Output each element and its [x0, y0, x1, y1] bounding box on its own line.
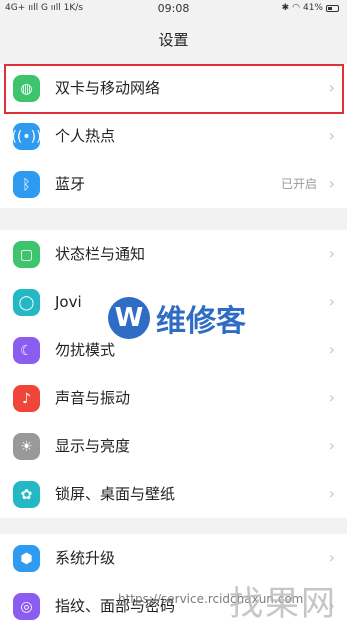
settings-item-label: 勿扰模式 [55, 341, 116, 359]
notification-icon: ▢ [13, 241, 40, 268]
moon-icon: ☾ [13, 337, 40, 364]
settings-item-label: 指纹、面部与密码 [55, 597, 176, 615]
settings-item-bluetooth[interactable]: ᛒ 蓝牙 已开启 › [0, 160, 347, 208]
chevron-right-icon: › [328, 436, 335, 455]
chevron-right-icon: › [328, 174, 335, 193]
chevron-right-icon: › [328, 292, 335, 311]
battery-icon [326, 4, 339, 12]
settings-item-label: 系统升级 [55, 549, 116, 567]
settings-item-label: 双卡与移动网络 [55, 79, 161, 97]
wifi-icon: ◠ [292, 3, 300, 13]
settings-item-wallpaper[interactable]: ✿ 锁屏、桌面与壁纸 › [0, 470, 347, 518]
watermark-brand: W 维修客 [108, 296, 246, 340]
settings-item-label: 锁屏、桌面与壁纸 [55, 485, 176, 503]
chevron-right-icon: › [328, 126, 335, 145]
settings-item-display[interactable]: ☀ 显示与亮度 › [0, 422, 347, 470]
watermark-logo-icon: W [108, 297, 150, 339]
settings-item-status-bar[interactable]: ▢ 状态栏与通知 › [0, 230, 347, 278]
settings-item-label: 个人热点 [55, 127, 116, 145]
chevron-right-icon: › [328, 78, 335, 97]
settings-item-dual-sim[interactable]: ◍ 双卡与移动网络 › [0, 64, 347, 112]
globe-icon: ◍ [13, 75, 40, 102]
watermark-text: 维修客 [156, 304, 246, 339]
settings-item-hotspot[interactable]: ((•)) 个人热点 › [0, 112, 347, 160]
update-icon: ⬢ [13, 545, 40, 572]
chevron-right-icon: › [328, 340, 335, 359]
settings-group-connectivity: ◍ 双卡与移动网络 › ((•)) 个人热点 › ᛒ 蓝牙 已开启 › [0, 64, 347, 208]
watermark-corner: 找果网 [229, 584, 337, 624]
bluetooth-status-value: 已开启 [280, 177, 317, 191]
chevron-right-icon: › [328, 244, 335, 263]
settings-item-label: 蓝牙 [55, 175, 86, 193]
settings-item-label: 声音与振动 [55, 389, 131, 407]
status-right: ✱ ◠ 41% [282, 3, 339, 13]
settings-item-label: 显示与亮度 [55, 437, 131, 455]
hotspot-icon: ((•)) [11, 123, 42, 150]
chevron-right-icon: › [328, 484, 335, 503]
fingerprint-icon: ◎ [13, 593, 40, 620]
palette-icon: ✿ [13, 481, 40, 508]
jovi-icon: ◯ [13, 289, 40, 316]
chevron-right-icon: › [328, 548, 335, 567]
page-title: 设置 [158, 31, 189, 49]
settings-item-label: Jovi [55, 293, 82, 311]
battery-percent: 41% [302, 3, 323, 13]
settings-item-sound[interactable]: ♪ 声音与振动 › [0, 374, 347, 422]
bluetooth-status-icon: ✱ [281, 3, 290, 13]
sound-icon: ♪ [13, 385, 40, 412]
settings-item-label: 状态栏与通知 [55, 245, 146, 263]
bluetooth-icon: ᛒ [13, 171, 40, 198]
status-bar: 4G+ ııll G ııll 1K/s 09:08 ✱ ◠ 41% [0, 0, 347, 18]
brightness-icon: ☀ [13, 433, 40, 460]
settings-group-personal: ▢ 状态栏与通知 › ◯ Jovi › ☾ 勿扰模式 › ♪ 声音与振动 › ☀… [0, 230, 347, 518]
settings-item-system-update[interactable]: ⬢ 系统升级 › [0, 534, 347, 582]
chevron-right-icon: › [328, 388, 335, 407]
